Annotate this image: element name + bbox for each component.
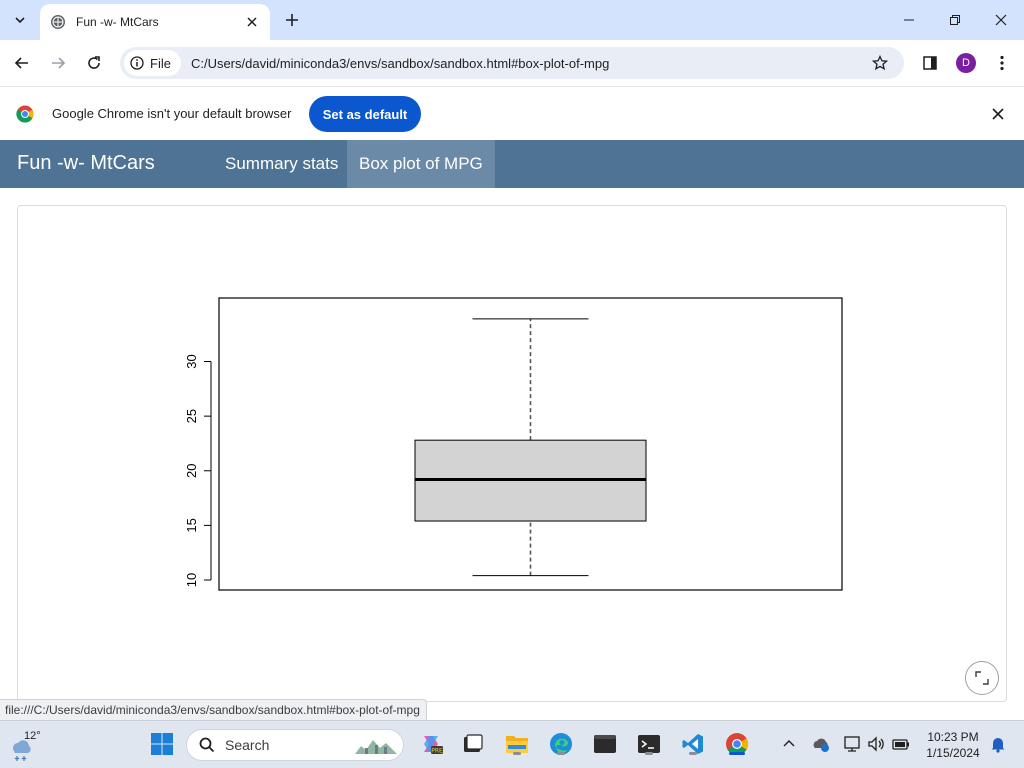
- weather-temperature: 12°: [24, 730, 41, 742]
- mpg-box-plot: 10 15 20 25 30: [184, 297, 843, 591]
- battery-icon: [892, 739, 909, 750]
- windows-logo-icon: [151, 733, 173, 755]
- expand-icon: [975, 671, 989, 685]
- search-highlight-illustration-icon: [355, 740, 397, 754]
- file-explorer-taskbar-button[interactable]: [504, 731, 530, 757]
- y-tick-label: 20: [184, 464, 199, 478]
- volume-tray-button[interactable]: [864, 731, 890, 757]
- y-tick-label: 30: [184, 354, 199, 368]
- edge-taskbar-button[interactable]: [548, 731, 574, 757]
- running-indicator: [513, 752, 521, 755]
- active-indicator: [729, 752, 745, 755]
- search-icon: [199, 737, 215, 753]
- battery-tray-button[interactable]: [888, 731, 914, 757]
- notifications-button[interactable]: [985, 731, 1011, 757]
- cloud-icon: [813, 738, 829, 752]
- search-label: Search: [225, 737, 270, 753]
- network-tray-button[interactable]: [840, 731, 866, 757]
- link-status-bar: file:///C:/Users/david/miniconda3/envs/s…: [0, 699, 427, 720]
- window-app-icon: [594, 735, 616, 753]
- bell-icon: [991, 738, 1005, 753]
- copilot-icon: PRE: [424, 736, 443, 755]
- windows-taskbar: 12° Search PRE 10:23 PM 1/15/2024: [0, 720, 1024, 768]
- weather-widget[interactable]: 12°: [8, 728, 48, 762]
- start-button[interactable]: [149, 731, 175, 757]
- svg-text:PRE: PRE: [431, 748, 443, 755]
- chrome-taskbar-button[interactable]: [724, 731, 750, 757]
- copilot-taskbar-button[interactable]: PRE: [418, 731, 444, 757]
- show-hidden-icons-button[interactable]: [776, 731, 802, 757]
- task-view-icon: [464, 734, 483, 752]
- taskbar-search-box[interactable]: Search: [186, 729, 404, 761]
- running-indicator: [645, 752, 653, 755]
- clock-time: 10:23 PM: [927, 730, 979, 744]
- onedrive-tray-button[interactable]: [808, 731, 834, 757]
- taskbar-clock[interactable]: 10:23 PM 1/15/2024: [918, 729, 988, 761]
- y-tick-label: 15: [184, 518, 199, 532]
- y-tick-label: 25: [184, 409, 199, 423]
- network-icon: [844, 736, 860, 752]
- chevron-up-icon: [783, 740, 795, 747]
- terminal-preview-taskbar-button[interactable]: [592, 731, 618, 757]
- running-indicator: [557, 752, 565, 755]
- fullscreen-expand-button[interactable]: [965, 661, 999, 695]
- running-indicator: [689, 752, 697, 755]
- vscode-taskbar-button[interactable]: [680, 731, 706, 757]
- clock-date: 1/15/2024: [926, 746, 980, 760]
- speaker-icon: [868, 736, 884, 752]
- y-tick-label: 10: [184, 573, 199, 587]
- terminal-taskbar-button[interactable]: [636, 731, 662, 757]
- task-view-button[interactable]: [460, 731, 486, 757]
